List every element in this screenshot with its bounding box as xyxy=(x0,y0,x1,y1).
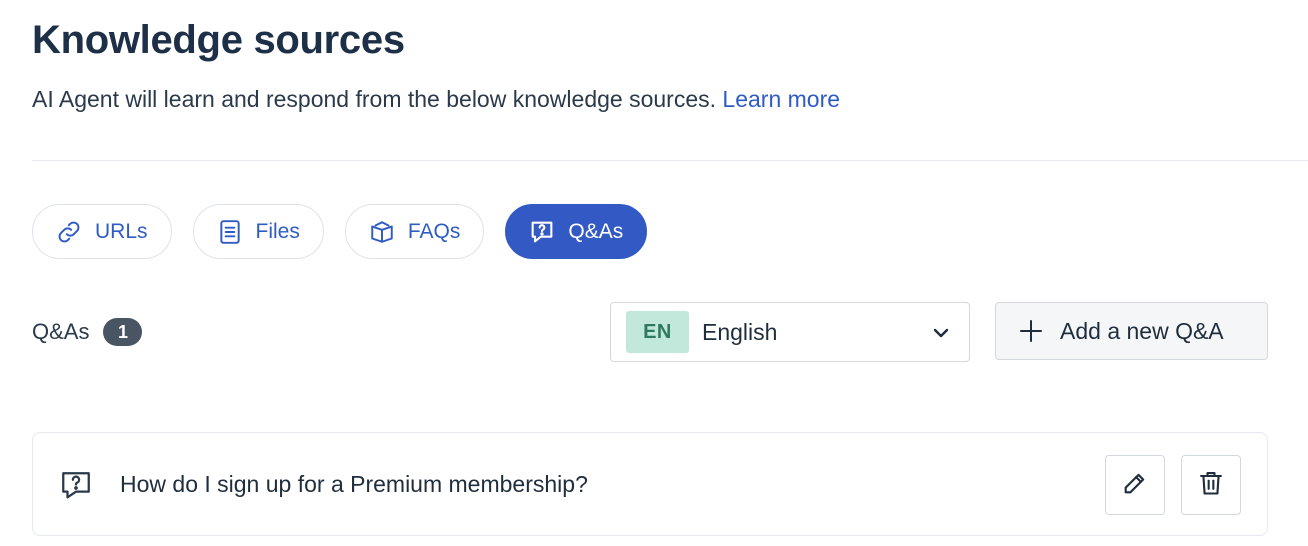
tab-qas-label: Q&As xyxy=(568,219,624,243)
header-divider xyxy=(32,160,1308,161)
knowledge-sources-page: Knowledge sources AI Agent will learn an… xyxy=(0,0,1308,546)
page-title: Knowledge sources xyxy=(32,18,405,62)
page-subtitle: AI Agent will learn and respond from the… xyxy=(32,86,840,113)
subtitle-text: AI Agent will learn and respond from the… xyxy=(32,86,717,112)
qa-question-text: How do I sign up for a Premium membershi… xyxy=(120,471,588,497)
pencil-icon xyxy=(1121,469,1149,502)
qa-list-item: How do I sign up for a Premium membershi… xyxy=(32,432,1268,536)
tab-faqs-label: FAQs xyxy=(407,219,461,243)
edit-qa-button[interactable] xyxy=(1105,455,1165,515)
plus-icon xyxy=(1018,318,1044,344)
question-chat-icon xyxy=(59,469,93,503)
tab-qas[interactable]: Q&As xyxy=(505,204,648,259)
tab-files-label: Files xyxy=(255,219,300,243)
language-name: English xyxy=(702,318,778,345)
source-tabs: URLs Files FAQs Q&As xyxy=(32,204,668,259)
tab-files[interactable]: Files xyxy=(192,204,324,259)
language-select[interactable]: EN English xyxy=(610,302,970,362)
question-chat-icon xyxy=(528,218,556,246)
chevron-down-icon xyxy=(931,323,951,343)
tab-faqs[interactable]: FAQs xyxy=(344,204,485,259)
file-icon xyxy=(216,218,244,246)
add-new-qa-label: Add a new Q&A xyxy=(1060,317,1224,344)
qa-section-label: Q&As 1 xyxy=(32,318,143,346)
tab-urls[interactable]: URLs xyxy=(32,204,172,259)
book-icon xyxy=(368,218,396,246)
learn-more-link[interactable]: Learn more xyxy=(722,86,840,112)
link-icon xyxy=(55,218,83,246)
language-code-badge: EN xyxy=(626,311,689,353)
tab-urls-label: URLs xyxy=(95,219,148,243)
qa-count-badge: 1 xyxy=(103,318,143,346)
qa-section-title: Q&As xyxy=(32,319,90,344)
delete-qa-button[interactable] xyxy=(1181,455,1241,515)
add-new-qa-button[interactable]: Add a new Q&A xyxy=(995,302,1268,360)
trash-icon xyxy=(1197,469,1225,502)
